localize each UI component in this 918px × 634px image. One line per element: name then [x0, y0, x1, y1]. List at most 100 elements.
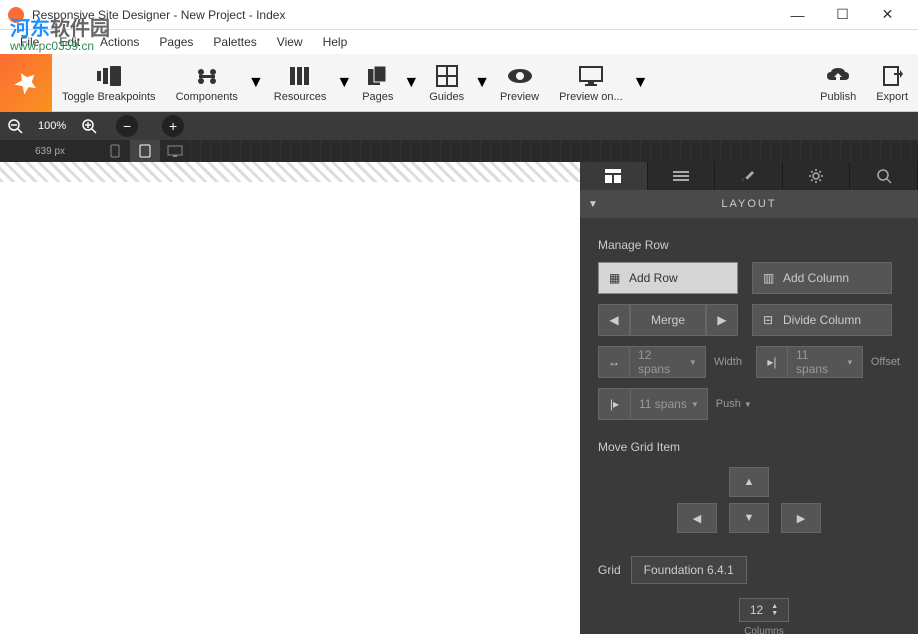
resources-dropdown[interactable]: ▼	[336, 74, 352, 92]
offset-icon-button[interactable]: ▸|	[756, 346, 787, 378]
publish-button[interactable]: Publish	[810, 57, 866, 109]
preview-label: Preview	[500, 91, 539, 103]
merge-left-button[interactable]: ◀	[598, 304, 630, 336]
close-button[interactable]: ✕	[865, 1, 910, 29]
tab-settings[interactable]	[783, 162, 851, 190]
publish-label: Publish	[820, 91, 856, 103]
move-left-button[interactable]: ◀	[677, 503, 717, 533]
move-arrow-pad: ▲ ◀ ▼ ▶	[598, 464, 900, 536]
menu-edit[interactable]: Edit	[49, 32, 90, 52]
merge-right-button[interactable]: ▶	[706, 304, 738, 336]
width-label: Width	[714, 356, 742, 368]
maximize-button[interactable]: ☐	[820, 1, 865, 29]
cloud-upload-icon	[825, 63, 851, 89]
width-spans-value: 12 spans	[638, 348, 685, 376]
zoom-percent: 100%	[30, 120, 74, 132]
move-right-button[interactable]: ▶	[781, 503, 821, 533]
increase-button[interactable]: +	[162, 115, 184, 137]
push-label: Push ▼	[716, 398, 752, 410]
decrease-button[interactable]: −	[116, 115, 138, 137]
toolbar: Toggle Breakpoints Components ▼ Resource…	[0, 54, 918, 112]
guides-icon	[436, 63, 458, 89]
menu-pages[interactable]: Pages	[149, 32, 203, 52]
menu-view[interactable]: View	[267, 32, 313, 52]
divide-icon: ⊟	[763, 313, 777, 327]
grid-label: Grid	[598, 563, 621, 577]
tab-brush[interactable]	[715, 162, 783, 190]
divide-column-label: Divide Column	[783, 313, 861, 327]
menu-actions[interactable]: Actions	[90, 32, 149, 52]
ruler[interactable]	[190, 140, 918, 162]
export-button[interactable]: Export	[866, 57, 918, 109]
toggle-breakpoints-button[interactable]: Toggle Breakpoints	[52, 57, 166, 109]
device-tablet-button[interactable]	[130, 140, 160, 162]
zoom-bar: 100% − +	[0, 112, 918, 140]
menu-help[interactable]: Help	[313, 32, 358, 52]
add-row-button[interactable]: ▦ Add Row	[598, 262, 738, 294]
preview-on-label: Preview on...	[559, 91, 623, 103]
app-icon	[8, 7, 24, 23]
grid-framework-select[interactable]: Foundation 6.4.1	[631, 556, 747, 584]
columns-value: 12	[750, 603, 763, 617]
move-down-button[interactable]: ▼	[729, 503, 769, 533]
grid-framework-value: Foundation 6.4.1	[644, 563, 734, 577]
zoom-out-button[interactable]	[0, 112, 30, 140]
preview-on-button[interactable]: Preview on...	[549, 57, 633, 109]
move-grid-item-label: Move Grid Item	[598, 440, 900, 454]
preview-button[interactable]: Preview	[490, 57, 549, 109]
width-icon-button[interactable]: ↔	[598, 346, 629, 378]
columns-stepper[interactable]: 12 ▲▼	[739, 598, 789, 622]
side-panel: ▼ LAYOUT Manage Row ▦ Add Row ▥ Add Colu…	[580, 162, 918, 634]
zoom-in-button[interactable]	[74, 112, 104, 140]
offset-spans-select[interactable]: 11 spans ▼	[787, 346, 863, 378]
device-phone-button[interactable]	[100, 140, 130, 162]
device-desktop-button[interactable]	[160, 140, 190, 162]
tab-search[interactable]	[850, 162, 918, 190]
panel-header[interactable]: ▼ LAYOUT	[580, 190, 918, 218]
components-button[interactable]: Components	[166, 57, 248, 109]
monitor-icon	[578, 63, 604, 89]
pages-dropdown[interactable]: ▼	[403, 74, 419, 92]
minimize-button[interactable]: —	[775, 1, 820, 29]
pages-icon	[367, 63, 389, 89]
guides-dropdown[interactable]: ▼	[474, 74, 490, 92]
export-icon	[881, 63, 903, 89]
resources-icon	[288, 63, 312, 89]
preview-on-dropdown[interactable]: ▼	[633, 74, 649, 92]
rocket-icon	[12, 69, 40, 97]
offset-spans-value: 11 spans	[796, 348, 842, 376]
move-up-button[interactable]: ▲	[729, 467, 769, 497]
add-column-icon: ▥	[763, 271, 777, 285]
columns-label: Columns	[744, 626, 783, 634]
window-title: Responsive Site Designer - New Project -…	[32, 8, 775, 22]
add-row-label: Add Row	[629, 271, 678, 285]
tab-list[interactable]	[648, 162, 716, 190]
pages-button[interactable]: Pages	[352, 57, 403, 109]
resources-label: Resources	[274, 91, 327, 103]
app-badge[interactable]	[0, 54, 52, 112]
add-row-icon: ▦	[609, 271, 623, 285]
push-spans-value: 11 spans	[639, 397, 687, 411]
tab-layout[interactable]	[580, 162, 648, 190]
push-icon-button[interactable]: |▸	[598, 388, 630, 420]
add-column-button[interactable]: ▥ Add Column	[752, 262, 892, 294]
pages-label: Pages	[362, 91, 393, 103]
components-dropdown[interactable]: ▼	[248, 74, 264, 92]
resources-button[interactable]: Resources	[264, 57, 337, 109]
menu-file[interactable]: File	[10, 32, 49, 52]
dropdown-arrow-icon: ▼	[846, 358, 854, 367]
divide-column-button[interactable]: ⊟ Divide Column	[752, 304, 892, 336]
eye-icon	[507, 63, 533, 89]
width-spans-select[interactable]: 12 spans ▼	[629, 346, 706, 378]
menu-palettes[interactable]: Palettes	[203, 32, 266, 52]
canvas[interactable]	[0, 162, 580, 634]
guides-button[interactable]: Guides	[419, 57, 474, 109]
guides-label: Guides	[429, 91, 464, 103]
title-bar: Responsive Site Designer - New Project -…	[0, 0, 918, 30]
add-column-label: Add Column	[783, 271, 849, 285]
panel-header-label: LAYOUT	[721, 198, 776, 210]
width-px-label: 639 px	[0, 146, 100, 157]
canvas-header-hatch	[0, 162, 580, 182]
push-spans-select[interactable]: 11 spans ▼	[630, 388, 708, 420]
merge-button[interactable]: Merge	[630, 304, 706, 336]
